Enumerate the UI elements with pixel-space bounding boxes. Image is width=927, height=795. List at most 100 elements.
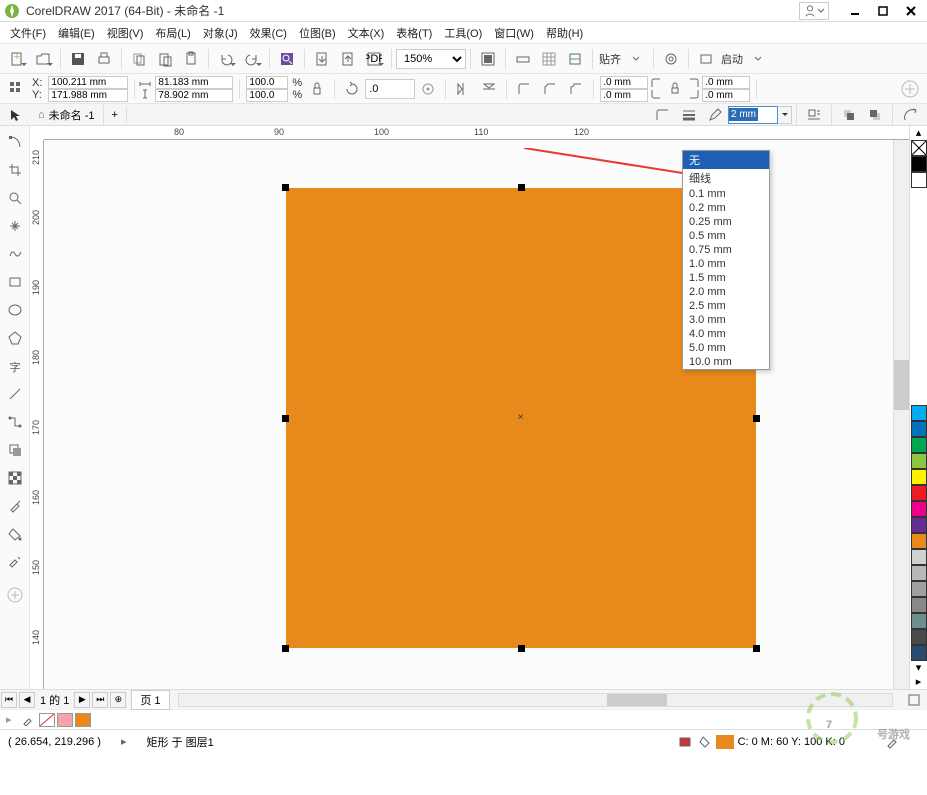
user-button[interactable] [799, 2, 829, 20]
page-prev[interactable]: ◀ [19, 692, 35, 708]
menu-layout[interactable]: 布局(L) [151, 23, 194, 43]
show-guides-button[interactable] [563, 47, 587, 71]
y-input[interactable] [48, 89, 128, 102]
launch-label[interactable]: 启动 [721, 51, 743, 67]
page-tab[interactable]: 页 1 [131, 690, 169, 710]
outline-style1-button[interactable] [651, 103, 675, 127]
corner1-button[interactable] [512, 77, 536, 101]
eyedropper-tool[interactable] [2, 493, 28, 519]
corner2-button[interactable] [538, 77, 562, 101]
palette-swatch[interactable] [911, 405, 927, 421]
palette-swatch[interactable] [911, 533, 927, 549]
scalex-input[interactable] [246, 76, 288, 89]
palette-swatch[interactable] [911, 549, 927, 565]
rotation-center-icon[interactable] [416, 77, 440, 101]
dropdown-item-hairline[interactable]: 细线 [683, 169, 769, 187]
outline-width-input[interactable]: 2 mm [728, 106, 778, 124]
order-back-button[interactable] [863, 103, 887, 127]
open-button[interactable] [31, 47, 55, 71]
menu-file[interactable]: 文件(F) [6, 23, 50, 43]
launch-icon[interactable] [694, 47, 718, 71]
search-button[interactable] [275, 47, 299, 71]
new-button[interactable]: + [5, 47, 29, 71]
cut-button[interactable] [179, 47, 203, 71]
dropdown-item[interactable]: 2.5 mm [683, 299, 769, 313]
new-tab-button[interactable]: + [104, 107, 127, 123]
outline-style2-button[interactable] [677, 103, 701, 127]
artistic-media-tool[interactable] [2, 241, 28, 267]
palette-swatch[interactable] [911, 156, 927, 172]
convert-curves-button[interactable] [898, 103, 922, 127]
x-input[interactable] [48, 76, 128, 89]
close-button[interactable] [899, 2, 923, 20]
fill-tool[interactable] [2, 521, 28, 547]
drop-shadow-tool[interactable] [2, 437, 28, 463]
shape-tool[interactable] [2, 129, 28, 155]
show-grid-button[interactable] [537, 47, 561, 71]
scaley-input[interactable] [246, 89, 288, 102]
print-button[interactable] [92, 47, 116, 71]
dropdown-item[interactable]: 0.75 mm [683, 243, 769, 257]
width-input[interactable] [155, 76, 233, 89]
dropdown-item[interactable]: 10.0 mm [683, 355, 769, 369]
fullscreen-button[interactable] [476, 47, 500, 71]
options-button[interactable] [659, 47, 683, 71]
canvas[interactable]: × [44, 140, 927, 689]
dropdown-item[interactable]: 0.5 mm [683, 229, 769, 243]
page-next[interactable]: ▶ [74, 692, 90, 708]
crop-tool[interactable] [2, 157, 28, 183]
palette-expand[interactable]: ▸ [910, 675, 927, 689]
mirror-v-button[interactable] [477, 77, 501, 101]
palette-down[interactable]: ▾ [910, 661, 927, 675]
doc-swatch-none[interactable] [39, 713, 55, 727]
menu-bitmap[interactable]: 位图(B) [295, 23, 340, 43]
doc-swatch[interactable] [75, 713, 91, 727]
ruler-vertical[interactable]: 140 150 160 170 180 190 200 210 [30, 140, 44, 689]
status-icon1[interactable] [673, 730, 697, 754]
corner-tl-input[interactable] [600, 76, 648, 89]
page-first[interactable]: ⏮ [1, 692, 17, 708]
pick-tool-tab-icon[interactable] [1, 103, 29, 127]
parallel-dim-tool[interactable] [2, 381, 28, 407]
palette-swatch[interactable] [911, 453, 927, 469]
menu-effect[interactable]: 效果(C) [246, 23, 291, 43]
handle-center[interactable]: × [516, 413, 525, 422]
palette-expand-icon[interactable]: ▸ [6, 713, 12, 726]
zoom-select[interactable]: 150% [396, 49, 466, 69]
freehand-tool[interactable] [2, 213, 28, 239]
menu-window[interactable]: 窗口(W) [490, 23, 538, 43]
handle-mr[interactable] [753, 415, 760, 422]
snap-dropdown[interactable] [624, 47, 648, 71]
menu-table[interactable]: 表格(T) [392, 23, 436, 43]
dropdown-item-none[interactable]: 无 [683, 151, 769, 169]
nav-view-button[interactable] [902, 688, 926, 712]
zoom-tool[interactable] [2, 185, 28, 211]
wrap-text-button[interactable] [802, 103, 826, 127]
launch-dropdown[interactable] [746, 47, 770, 71]
palette-none[interactable] [911, 140, 927, 156]
dropdown-item[interactable]: 2.0 mm [683, 285, 769, 299]
outline-width-dropdown[interactable] [778, 106, 792, 124]
maximize-button[interactable] [871, 2, 895, 20]
snap-label[interactable]: 贴齐 [599, 51, 621, 67]
palette-swatch[interactable] [911, 645, 927, 661]
corner-bl-input[interactable] [600, 89, 648, 102]
handle-ml[interactable] [282, 415, 289, 422]
dropdown-item[interactable]: 0.2 mm [683, 201, 769, 215]
smart-fill-tool[interactable] [2, 549, 28, 575]
handle-tl[interactable] [282, 184, 289, 191]
palette-swatch[interactable] [911, 172, 927, 188]
palette-swatch[interactable] [911, 565, 927, 581]
palette-swatch[interactable] [911, 613, 927, 629]
save-button[interactable] [66, 47, 90, 71]
rotation-input[interactable] [365, 79, 415, 99]
palette-swatch[interactable] [911, 597, 927, 613]
dropdown-item[interactable]: 0.25 mm [683, 215, 769, 229]
show-rulers-button[interactable] [511, 47, 535, 71]
palette-swatch[interactable] [911, 517, 927, 533]
dropdown-item[interactable]: 0.1 mm [683, 187, 769, 201]
menu-tool[interactable]: 工具(O) [440, 23, 486, 43]
dropdown-item[interactable]: 5.0 mm [683, 341, 769, 355]
copy-button[interactable] [127, 47, 151, 71]
corner3-button[interactable] [564, 77, 588, 101]
